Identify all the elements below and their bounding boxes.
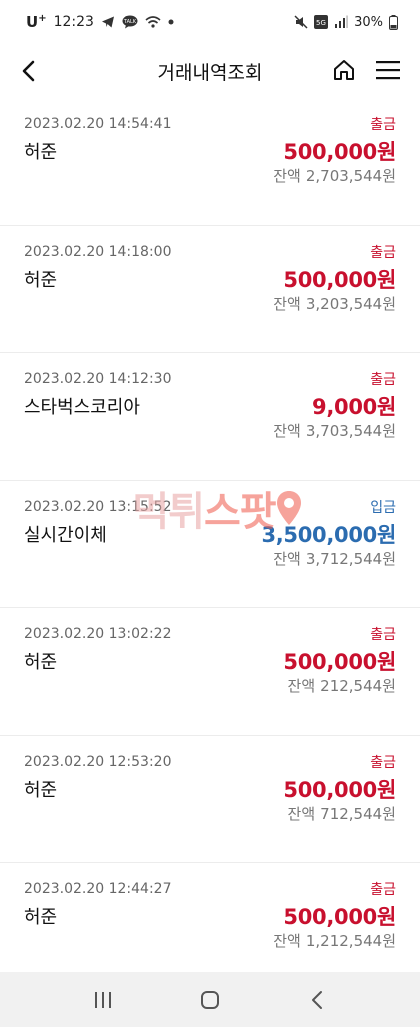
transaction-name: 실시간이체	[24, 524, 107, 546]
balance-value: 3,203,544원	[305, 294, 396, 313]
network-5g-icon: 5G	[314, 15, 329, 29]
transaction-name: 허준	[24, 907, 58, 928]
transaction-date: 2023.02.20 14:12:30	[24, 371, 172, 387]
transaction-type: 출금	[370, 372, 396, 388]
status-bar: U+ 12:23 TALK 5G 30%	[0, 0, 420, 44]
balance-value: 712,544원	[320, 804, 396, 823]
transaction-amount: 3,500,000원	[261, 522, 396, 547]
notification-dot-icon	[168, 19, 174, 25]
transaction-balance: 잔액 212,544원	[288, 675, 396, 696]
balance-label: 잔액	[273, 932, 301, 950]
transaction-date: 2023.02.20 12:53:20	[24, 753, 172, 770]
balance-label: 잔액	[273, 294, 301, 313]
transaction-type: 출금	[370, 627, 396, 643]
transaction-row[interactable]: 2023.02.20 12:53:20 허준 출금 500,000원 잔액 712…	[0, 736, 420, 863]
balance-label: 잔액	[273, 549, 301, 568]
transaction-balance: 잔액 1,212,544원	[273, 930, 396, 951]
transaction-name: 허준	[24, 142, 58, 163]
signal-icon	[335, 15, 348, 28]
transaction-row[interactable]: 2023.02.20 14:18:00 허준 출금 500,000원 잔액 3,2…	[0, 226, 420, 353]
svg-text:5G: 5G	[316, 19, 326, 27]
transaction-name: 허준	[24, 269, 58, 291]
transaction-type: 출금	[370, 117, 396, 133]
transaction-date: 2023.02.20 14:54:41	[24, 116, 172, 132]
app-bar: 거래내역조회	[0, 44, 420, 98]
menu-button[interactable]	[372, 54, 404, 86]
transaction-row[interactable]: 2023.02.20 14:12:30 스타벅스코리아 출금 9,000원 잔액…	[0, 353, 420, 481]
transaction-amount: 500,000원	[283, 267, 396, 292]
home-nav-button[interactable]	[190, 980, 230, 1020]
status-time: 12:23	[53, 14, 94, 30]
recent-apps-icon	[95, 991, 112, 1008]
telegram-icon	[101, 16, 114, 28]
balance-label: 잔액	[287, 804, 316, 823]
balance-label: 잔액	[273, 422, 301, 440]
transaction-balance: 잔액 2,703,544원	[273, 165, 396, 186]
carrier-label: U+	[26, 13, 47, 31]
mute-icon	[294, 15, 308, 29]
transaction-balance: 잔액 3,712,544원	[273, 548, 396, 569]
transaction-balance: 잔액 3,203,544원	[273, 293, 396, 314]
home-icon	[334, 60, 354, 80]
transaction-list: 2023.02.20 14:54:41 허준 출금 500,000원 잔액 2,7…	[0, 98, 420, 991]
transaction-amount: 500,000원	[283, 777, 396, 802]
page-title: 거래내역조회	[157, 61, 263, 84]
transaction-type: 출금	[370, 244, 396, 261]
balance-value: 3,703,544원	[305, 422, 396, 440]
transaction-row[interactable]: 2023.02.20 14:54:41 허준 출금 500,000원 잔액 2,7…	[0, 98, 420, 226]
transaction-name: 스타벅스코리아	[24, 397, 140, 418]
wifi-call-icon	[145, 16, 161, 28]
back-button[interactable]	[14, 56, 44, 86]
transaction-name: 허준	[24, 652, 58, 673]
back-nav-button[interactable]	[297, 980, 337, 1020]
transaction-date: 2023.02.20 12:44:27	[24, 881, 172, 897]
talk-icon: TALK	[122, 15, 138, 29]
transaction-type: 출금	[370, 754, 396, 771]
balance-value: 1,212,544원	[305, 932, 396, 950]
transaction-amount: 500,000원	[283, 905, 396, 929]
transaction-amount: 500,000원	[283, 140, 396, 164]
balance-value: 212,544원	[320, 677, 396, 695]
transaction-type: 출금	[370, 882, 396, 898]
transaction-amount: 500,000원	[283, 650, 396, 674]
transaction-date: 2023.02.20 13:02:22	[24, 626, 172, 642]
transaction-row[interactable]: 2023.02.20 13:15:52 실시간이체 입금 3,500,000원 …	[0, 481, 420, 608]
transaction-balance: 잔액 712,544원	[288, 803, 396, 824]
home-circle-icon	[200, 990, 219, 1009]
recent-apps-button[interactable]	[83, 980, 123, 1020]
transaction-balance: 잔액 3,703,544원	[273, 420, 396, 441]
battery-percent: 30%	[354, 14, 383, 30]
home-button[interactable]	[328, 54, 360, 86]
status-right: 5G 30%	[294, 14, 398, 30]
transaction-type: 입금	[370, 499, 396, 516]
transaction-date: 2023.02.20 13:15:52	[24, 498, 172, 515]
system-nav-bar	[0, 972, 420, 1027]
transaction-name: 허준	[24, 779, 58, 801]
battery-icon	[389, 14, 398, 30]
balance-label: 잔액	[287, 677, 316, 695]
transaction-amount: 9,000원	[312, 395, 396, 419]
hamburger-menu-icon	[376, 61, 400, 80]
transaction-row[interactable]: 2023.02.20 13:02:22 허준 출금 500,000원 잔액 212…	[0, 608, 420, 736]
status-left: U+ 12:23 TALK	[26, 13, 174, 31]
chevron-left-icon	[22, 60, 35, 82]
balance-label: 잔액	[273, 167, 301, 185]
svg-text:TALK: TALK	[123, 19, 137, 25]
transaction-date: 2023.02.20 14:18:00	[24, 243, 172, 260]
back-chevron-icon	[311, 990, 322, 1009]
balance-value: 2,703,544원	[305, 167, 396, 185]
balance-value: 3,712,544원	[305, 549, 396, 568]
